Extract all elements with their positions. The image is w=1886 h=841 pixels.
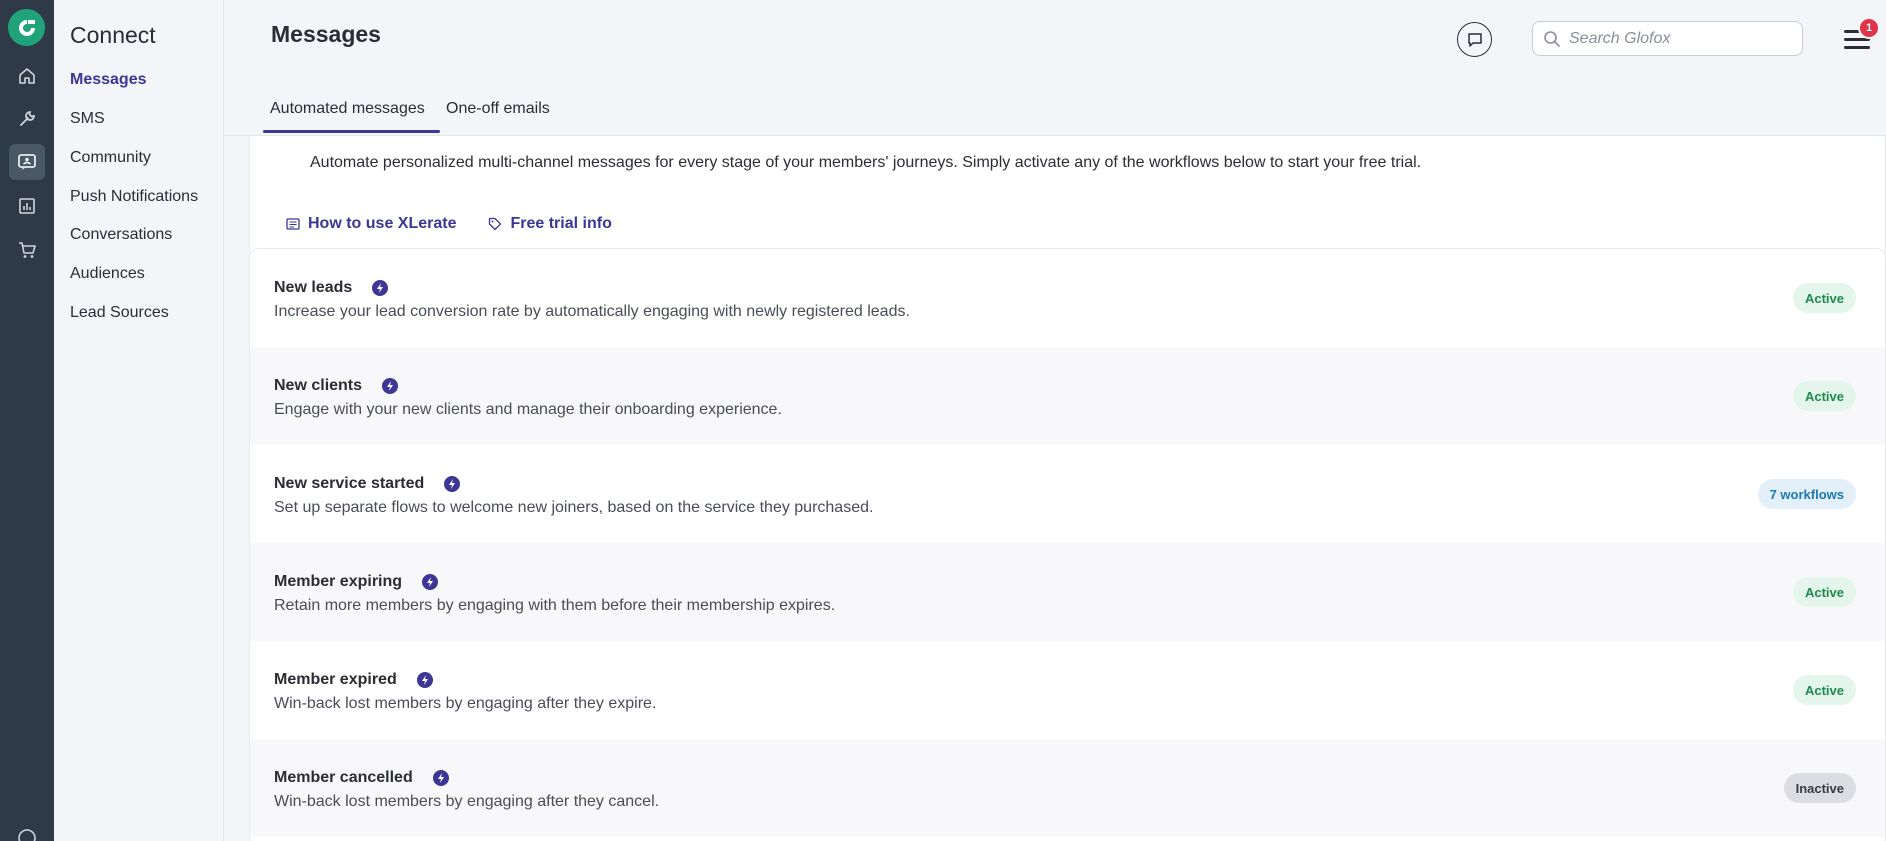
workflow-row-member-cancelled[interactable]: Member cancelled Win-back lost members b… (250, 739, 1885, 837)
workflow-list: New leads Increase your lead conversion … (249, 248, 1886, 841)
intro-card: Automate personalized multi-channel mess… (249, 136, 1886, 259)
status-badge: Active (1792, 283, 1856, 313)
home-icon[interactable] (9, 58, 45, 94)
main-content: Automate personalized multi-channel mess… (224, 136, 1886, 841)
help-icon[interactable] (9, 820, 45, 841)
status-badge: Active (1792, 577, 1856, 607)
bolt-icon (372, 280, 389, 296)
workflow-row-new-clients[interactable]: New clients Engage with your new clients… (250, 347, 1885, 445)
tag-icon (489, 217, 502, 231)
chat-icon (1467, 32, 1482, 47)
how-to-use-label: How to use XLerate (308, 215, 457, 232)
sidebar-item-audiences[interactable]: Audiences (70, 265, 145, 283)
notification-badge: 1 (1858, 17, 1880, 39)
tab-automated-messages[interactable]: Automated messages (270, 100, 425, 118)
page-header: Messages Search Glofox 1 Automated messa… (224, 0, 1886, 136)
free-trial-label: Free trial info (510, 215, 612, 232)
tab-one-off-emails[interactable]: One-off emails (446, 100, 550, 118)
active-tab-indicator (263, 130, 440, 133)
sidebar: Connect Messages SMS Community Push Noti… (54, 0, 224, 841)
intro-text: Automate personalized multi-channel mess… (310, 154, 1422, 171)
workflow-description: Set up separate flows to welcome new joi… (274, 499, 874, 516)
sidebar-item-push-notifications[interactable]: Push Notifications (70, 188, 198, 206)
sidebar-item-conversations[interactable]: Conversations (70, 226, 172, 244)
search-icon (1544, 30, 1560, 47)
page-title: Messages (271, 21, 381, 47)
search-placeholder: Search Glofox (1569, 29, 1671, 47)
workflow-description: Increase your lead conversion rate by au… (274, 303, 910, 320)
workflow-row-member-expiring[interactable]: Member expiring Retain more members by e… (250, 543, 1885, 641)
sidebar-item-lead-sources[interactable]: Lead Sources (70, 304, 169, 322)
status-badge: Inactive (1783, 773, 1856, 803)
workflow-description: Win-back lost members by engaging after … (274, 793, 660, 810)
workflow-description: Retain more members by engaging with the… (274, 597, 836, 614)
section-title: Connect (70, 22, 156, 48)
workflow-row-member-expired[interactable]: Member expired Win-back lost members by … (250, 641, 1885, 739)
status-badge: Active (1792, 675, 1856, 705)
connect-icon[interactable] (9, 144, 45, 180)
workflow-title: New leads (274, 279, 353, 296)
workflow-title: New clients (274, 377, 363, 394)
icon-rail (0, 0, 54, 841)
free-trial-link[interactable]: Free trial info (488, 215, 612, 233)
workflow-row-new-service-started[interactable]: New service started Set up separate flow… (250, 445, 1885, 543)
bolt-icon (444, 476, 461, 492)
workflow-description: Engage with your new clients and manage … (274, 401, 782, 418)
book-icon (286, 218, 300, 230)
glofox-logo-icon[interactable] (8, 9, 45, 46)
sidebar-item-sms[interactable]: SMS (70, 110, 105, 128)
sidebar-item-messages[interactable]: Messages (70, 71, 147, 89)
store-icon[interactable] (9, 232, 45, 268)
reports-icon[interactable] (9, 188, 45, 224)
chat-button[interactable] (1457, 22, 1492, 57)
bolt-icon (382, 378, 399, 394)
sidebar-item-community[interactable]: Community (70, 149, 151, 167)
status-badge: Active (1792, 381, 1856, 411)
workflows-count-badge[interactable]: 7 workflows (1757, 479, 1856, 509)
workflow-title: Member expiring (274, 573, 403, 590)
tools-icon[interactable] (9, 101, 45, 137)
workflow-description: Win-back lost members by engaging after … (274, 695, 657, 712)
bolt-icon (432, 770, 449, 786)
intro-links: How to use XLerate Free trial info (286, 215, 644, 233)
bolt-icon (416, 672, 433, 688)
search-input[interactable]: Search Glofox (1532, 21, 1803, 56)
workflow-title: Member cancelled (274, 769, 413, 786)
workflow-row-new-leads[interactable]: New leads Increase your lead conversion … (250, 249, 1885, 347)
how-to-use-link[interactable]: How to use XLerate (286, 215, 456, 233)
bolt-icon (422, 574, 439, 590)
workflow-title: New service started (274, 475, 425, 492)
workflow-title: Member expired (274, 671, 397, 688)
